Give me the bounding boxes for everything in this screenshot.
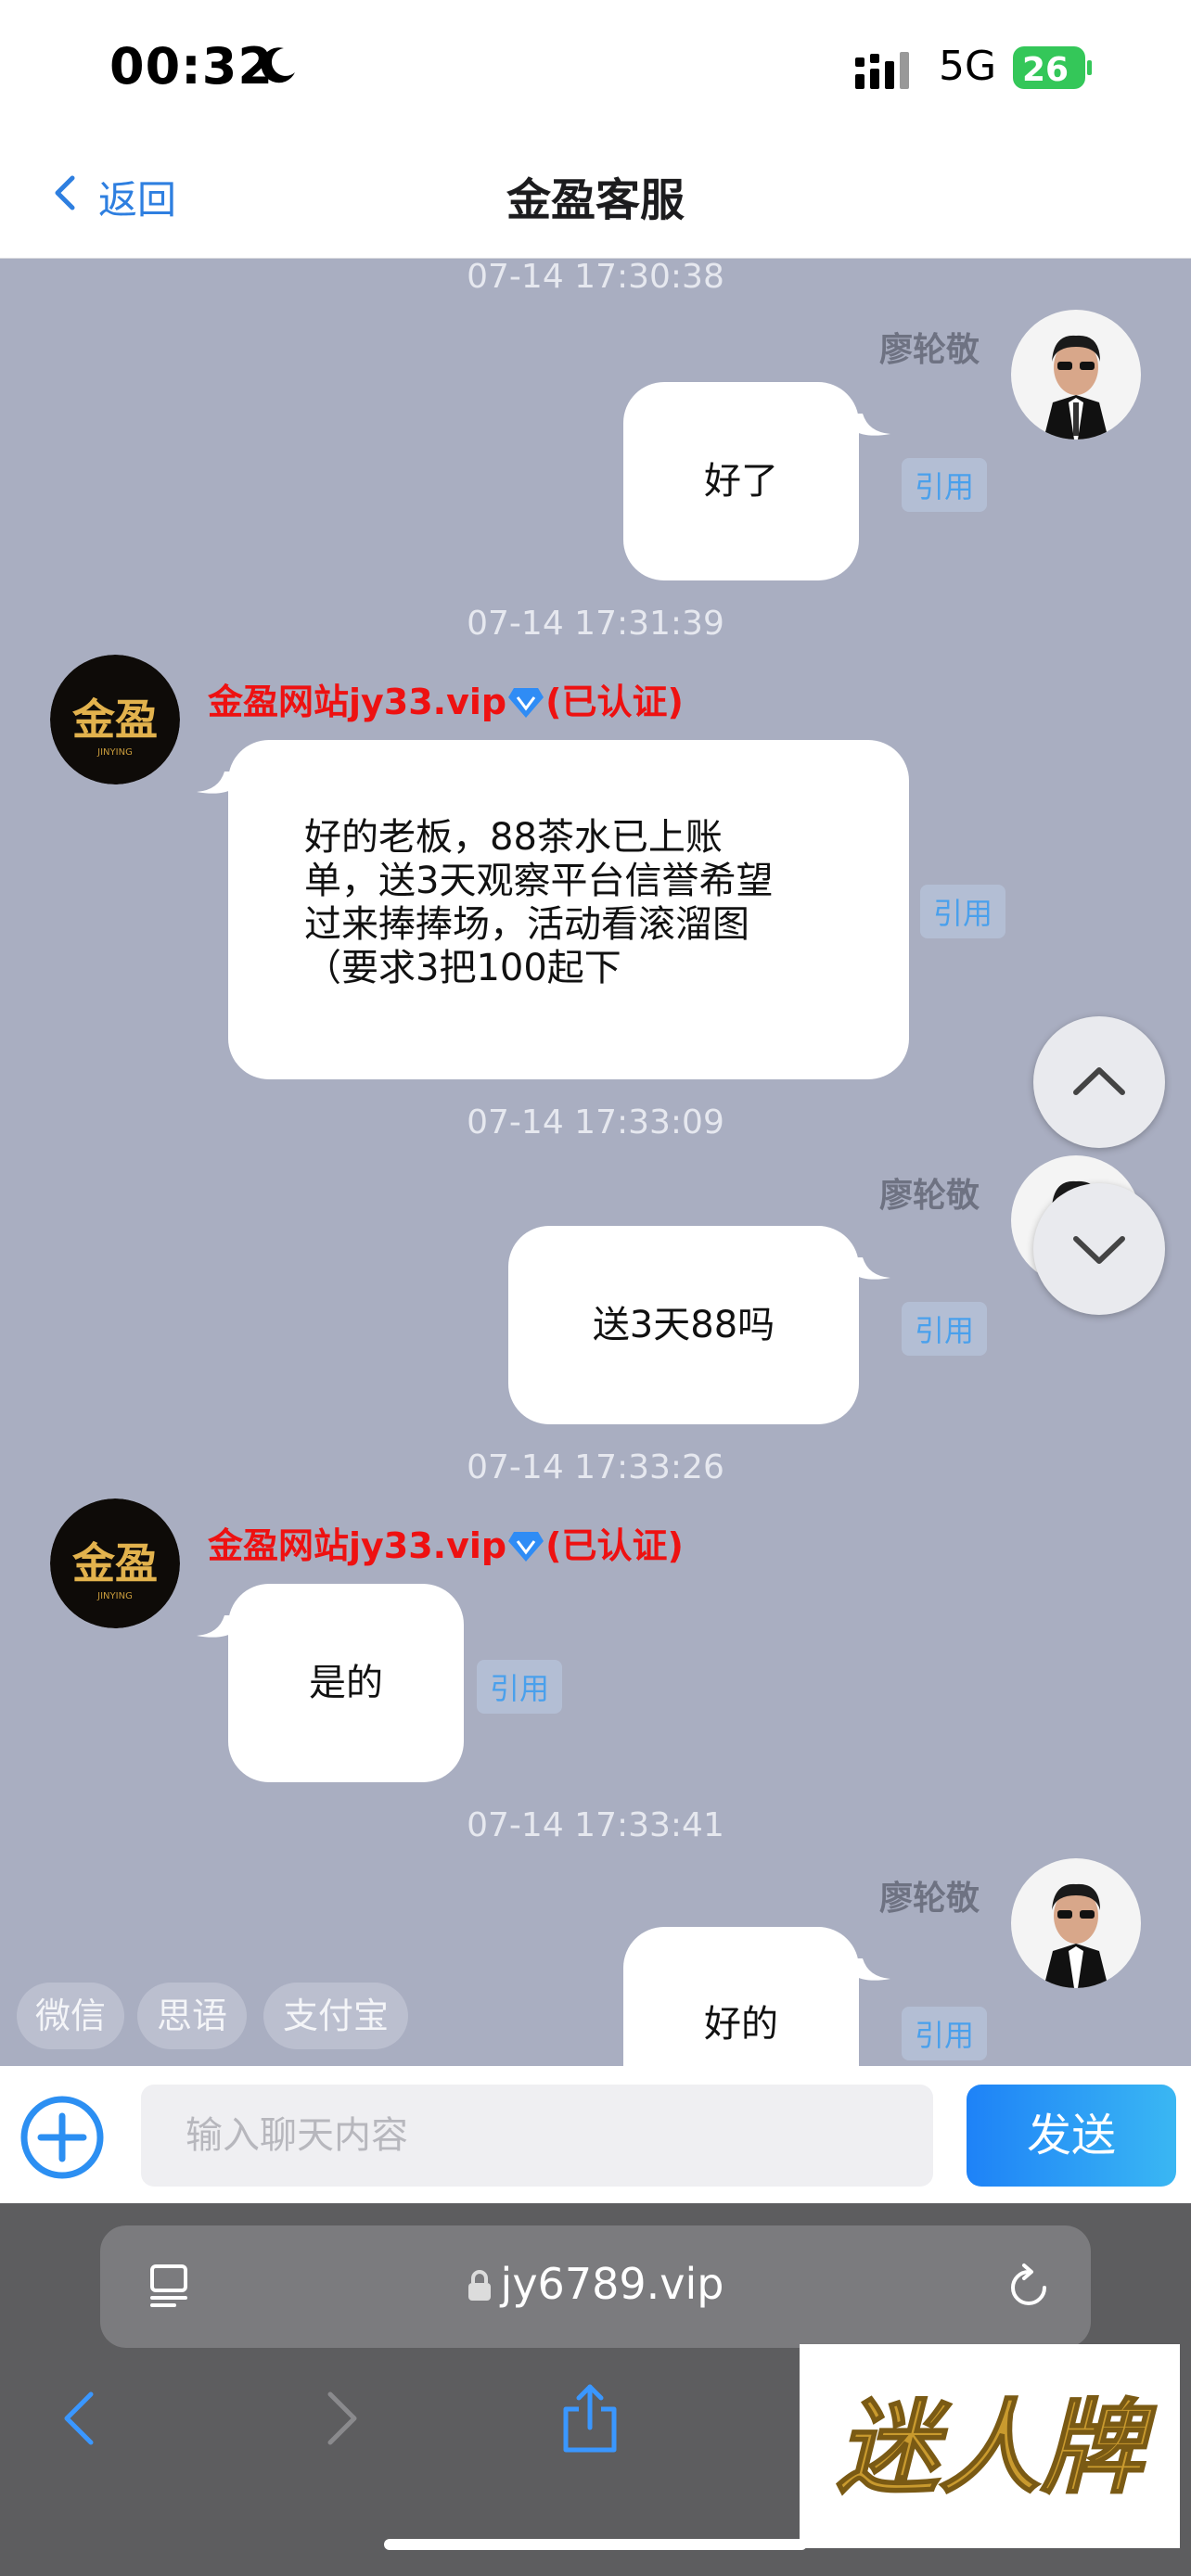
sender-name: 廖轮敬: [878, 1177, 980, 1215]
quote-button[interactable]: 引用: [477, 1660, 563, 1714]
reload-icon[interactable]: [1004, 2263, 1054, 2313]
diamond-verified-icon: [508, 688, 544, 718]
chevron-up-icon: [1073, 1067, 1125, 1095]
home-indicator: [384, 2539, 807, 2550]
browser-forward-icon[interactable]: [323, 2391, 360, 2446]
agent-avatar[interactable]: 金盈 JINYING: [50, 1498, 180, 1628]
agent-logo-text: 金盈: [71, 1538, 158, 1588]
quick-reply-chip[interactable]: 思语: [137, 1983, 247, 2049]
quote-button[interactable]: 引用: [902, 458, 988, 512]
agent-logo-text: 金盈: [71, 695, 158, 745]
message-line: 过来捧捧场，活动看滚溜图: [304, 903, 749, 946]
sender-name-official: 金盈网站jy33.vip (已认证): [208, 682, 684, 722]
chevron-down-icon: [1073, 1236, 1125, 1264]
send-button[interactable]: 发送: [967, 2085, 1176, 2187]
quote-button[interactable]: 引用: [902, 2007, 988, 2060]
message-line: 单，送3天观察平台信誉希望: [304, 860, 774, 902]
sender-name: 廖轮敬: [878, 1880, 980, 1918]
page-title: 金盈客服: [506, 174, 685, 226]
quote-button[interactable]: 引用: [920, 885, 1006, 938]
message-bubble[interactable]: 是的: [228, 1584, 464, 1782]
add-icon[interactable]: [19, 2094, 106, 2181]
sender-name: 廖轮敬: [878, 331, 980, 369]
message-bubble[interactable]: 送3天88吗: [508, 1226, 859, 1424]
share-icon[interactable]: [560, 2383, 620, 2454]
message-timestamp: 07-14 17:33:26: [467, 1448, 724, 1486]
watermark-text: 迷人牌: [837, 2388, 1157, 2507]
watermark-logo: 迷人牌: [800, 2344, 1180, 2548]
battery-icon: 26: [1013, 46, 1092, 89]
message-line: 好的老板，88茶水已上账: [304, 816, 723, 859]
network-type: 5G: [939, 43, 997, 90]
chat-input[interactable]: [141, 2085, 933, 2187]
agent-logo-subtext: JINYING: [96, 747, 133, 758]
message-bubble[interactable]: 好的老板，88茶水已上账 单，送3天观察平台信誉希望 过来捧捧场，活动看滚溜图 …: [228, 740, 909, 1079]
message-bubble[interactable]: 好了: [623, 382, 859, 580]
user-avatar[interactable]: [1011, 1858, 1141, 1988]
moon-icon: [261, 47, 295, 83]
message-timestamp: 07-14 17:30:38: [467, 258, 724, 296]
scroll-down-button[interactable]: [1033, 1183, 1165, 1315]
diamond-verified-icon: [508, 1532, 544, 1562]
message-line: （要求3把100起下: [304, 947, 621, 989]
message-timestamp: 07-14 17:31:39: [467, 605, 724, 643]
agent-logo-subtext: JINYING: [96, 1591, 133, 1601]
user-avatar[interactable]: [1011, 310, 1141, 440]
quote-button[interactable]: 引用: [902, 1302, 988, 1356]
quick-reply-chip[interactable]: 支付宝: [263, 1983, 408, 2049]
status-time: 00:32: [109, 37, 274, 96]
message-timestamp: 07-14 17:33:41: [467, 1806, 724, 1844]
scroll-up-button[interactable]: [1033, 1016, 1165, 1148]
sender-name-official: 金盈网站jy33.vip (已认证): [208, 1525, 684, 1566]
browser-back-icon[interactable]: [61, 2391, 98, 2446]
agent-avatar[interactable]: 金盈 JINYING: [50, 655, 180, 784]
battery-level: 26: [1022, 51, 1069, 89]
signal-icon: [855, 52, 909, 89]
message-timestamp: 07-14 17:33:09: [467, 1103, 724, 1141]
lock-icon: [467, 2270, 491, 2301]
quick-reply-chip[interactable]: 微信: [17, 1983, 124, 2049]
